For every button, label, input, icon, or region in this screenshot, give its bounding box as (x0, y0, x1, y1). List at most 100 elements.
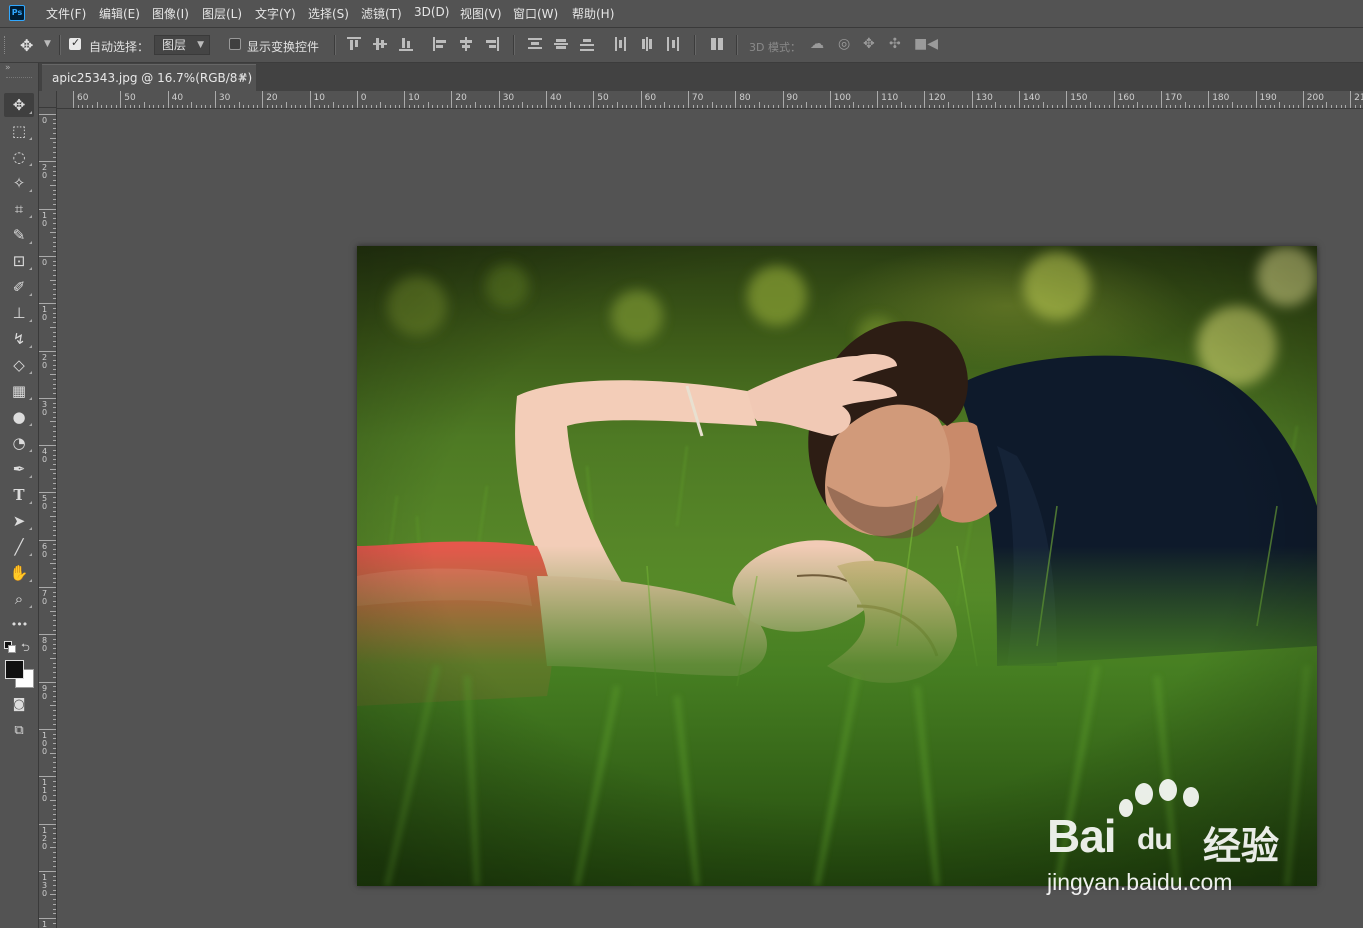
ruler-minor-tick (53, 241, 56, 243)
ruler-minor-tick (53, 501, 56, 503)
ruler-minor-tick (53, 648, 56, 650)
lasso-tool-icon[interactable]: ◌ (4, 145, 34, 169)
move-tool-icon[interactable]: ✥ (4, 93, 34, 117)
distribute-top-icon[interactable] (528, 37, 542, 51)
ruler-minor-tick (53, 123, 56, 125)
swap-colors-icon[interactable]: ⮌ (21, 639, 30, 658)
ruler-minor-tick (53, 686, 56, 688)
align-bottom-icon[interactable] (399, 37, 413, 51)
ruler-tick (39, 303, 56, 305)
line-tool-icon[interactable]: ╱ (4, 535, 34, 559)
hand-tool-icon[interactable]: ✋ (4, 561, 34, 585)
vertical-ruler[interactable]: 02010010203040506070809010011012013014 (39, 108, 57, 928)
show-transform-checkbox[interactable] (229, 38, 241, 50)
ruler-minor-tick (1335, 105, 1337, 108)
ruler-minor-tick (711, 102, 713, 108)
chevron-down-icon: ▼ (197, 40, 204, 50)
path-select-tool-icon[interactable]: ➤ (4, 509, 34, 533)
ruler-minor-tick (848, 105, 850, 108)
ruler-tick (73, 91, 74, 108)
align-vcenter-icon[interactable] (373, 37, 387, 51)
menu-image[interactable]: 图像(I) (152, 5, 189, 22)
type-tool-icon[interactable]: T (4, 483, 34, 507)
gradient-tool-icon[interactable]: ▦ (4, 379, 34, 403)
ruler-minor-tick (541, 105, 543, 108)
distribute-right-icon[interactable] (666, 37, 680, 51)
ruler-minor-tick (867, 105, 869, 108)
3d-slide-icon[interactable]: ✣ (889, 36, 901, 52)
close-icon[interactable]: × (238, 70, 248, 84)
menu-type[interactable]: 文字(Y) (255, 5, 296, 22)
align-hcenter-icon[interactable] (459, 37, 473, 51)
pen-tool-icon[interactable]: ✒ (4, 457, 34, 481)
collapse-panel-icon[interactable]: » (5, 63, 11, 73)
magic-wand-tool-icon[interactable]: ✧ (4, 171, 34, 195)
distribute-left-icon[interactable] (614, 37, 628, 51)
3d-roll-icon[interactable]: ◎ (838, 36, 850, 52)
quick-mask-icon[interactable]: ◙ (4, 693, 34, 717)
move-tool-preset-icon[interactable]: ✥ (20, 36, 33, 55)
3d-pan-icon[interactable]: ✥ (863, 36, 875, 52)
ruler-minor-tick (744, 105, 746, 108)
screen-mode-icon[interactable]: ⧉ (4, 719, 34, 743)
more-tools-icon[interactable]: ••• (4, 613, 34, 637)
ruler-minor-tick (484, 105, 486, 108)
menu-3d[interactable]: 3D(D) (414, 5, 449, 19)
ruler-minor-tick (503, 105, 505, 108)
menu-layer[interactable]: 图层(L) (202, 5, 242, 22)
marquee-tool-icon[interactable]: ⬚ (4, 119, 34, 143)
document-tab[interactable]: apic25343.jpg @ 16.7%(RGB/8#) × (42, 64, 256, 91)
default-colors-icon[interactable] (4, 641, 16, 653)
3d-orbit-icon[interactable]: ☁ (810, 36, 824, 52)
menu-filter[interactable]: 滤镜(T) (361, 5, 402, 22)
ruler-minor-tick (493, 105, 495, 108)
ruler-minor-tick (50, 610, 56, 612)
stamp-tool-icon[interactable]: ⊥ (4, 301, 34, 325)
auto-align-layers-icon[interactable] (710, 37, 724, 51)
eraser-tool-icon[interactable]: ◇ (4, 353, 34, 377)
crop-tool-icon[interactable]: ⌗ (4, 197, 34, 221)
distribute-hcenter-icon[interactable] (640, 37, 654, 51)
auto-select-checkbox[interactable] (69, 36, 81, 50)
foreground-color-swatch[interactable] (5, 660, 24, 679)
ruler-label: 120 (42, 825, 48, 851)
ruler-minor-tick (919, 105, 921, 108)
horizontal-ruler[interactable]: 60 50 40 30 20 10 0 10 20 30 40 50 60 70 80 90 100 110 120… (57, 91, 1363, 109)
align-top-icon[interactable] (347, 37, 361, 51)
blur-tool-icon[interactable]: ● (4, 405, 34, 429)
ruler-minor-tick (1137, 102, 1139, 108)
zoom-tool-icon[interactable]: ⌕ (4, 587, 34, 611)
menu-file[interactable]: 文件(F) (46, 5, 86, 22)
align-left-icon[interactable] (433, 37, 447, 51)
distribute-bottom-icon[interactable] (580, 37, 594, 51)
menu-select[interactable]: 选择(S) (308, 5, 349, 22)
align-right-icon[interactable] (485, 37, 499, 51)
ruler-tick (39, 445, 56, 447)
tools-panel-grip[interactable] (6, 77, 32, 81)
ruler-minor-tick (995, 102, 997, 108)
photoshop-logo-icon[interactable]: Ps (9, 5, 25, 21)
healing-tool-icon[interactable]: ⊡ (4, 249, 34, 273)
eyedropper-tool-icon[interactable]: ✎ (4, 223, 34, 247)
3d-scale-icon[interactable]: ■◀ (914, 36, 938, 52)
options-bar-grip[interactable] (4, 36, 8, 54)
menu-window[interactable]: 窗口(W) (513, 5, 558, 22)
ruler-minor-tick (517, 105, 519, 108)
dodge-tool-icon[interactable]: ◔ (4, 431, 34, 455)
auto-select-target-dropdown[interactable]: 图层 ▼ (154, 35, 210, 55)
history-brush-tool-icon[interactable]: ↯ (4, 327, 34, 351)
ruler-minor-tick (53, 743, 56, 745)
menu-edit[interactable]: 编辑(E) (99, 5, 140, 22)
separator (736, 35, 738, 55)
menu-help[interactable]: 帮助(H) (572, 5, 614, 22)
chevron-down-icon[interactable]: ▼ (44, 39, 51, 49)
ruler-origin[interactable] (39, 91, 57, 108)
show-transform-label: 显示变换控件 (247, 40, 320, 54)
ruler-label: 50 (42, 494, 48, 512)
separator (59, 35, 61, 55)
distribute-vcenter-icon[interactable] (554, 37, 568, 51)
ruler-label: 70 (691, 93, 704, 103)
menu-view[interactable]: 视图(V) (460, 5, 502, 22)
ruler-minor-tick (50, 326, 56, 328)
brush-tool-icon[interactable]: ✐ (4, 275, 34, 299)
